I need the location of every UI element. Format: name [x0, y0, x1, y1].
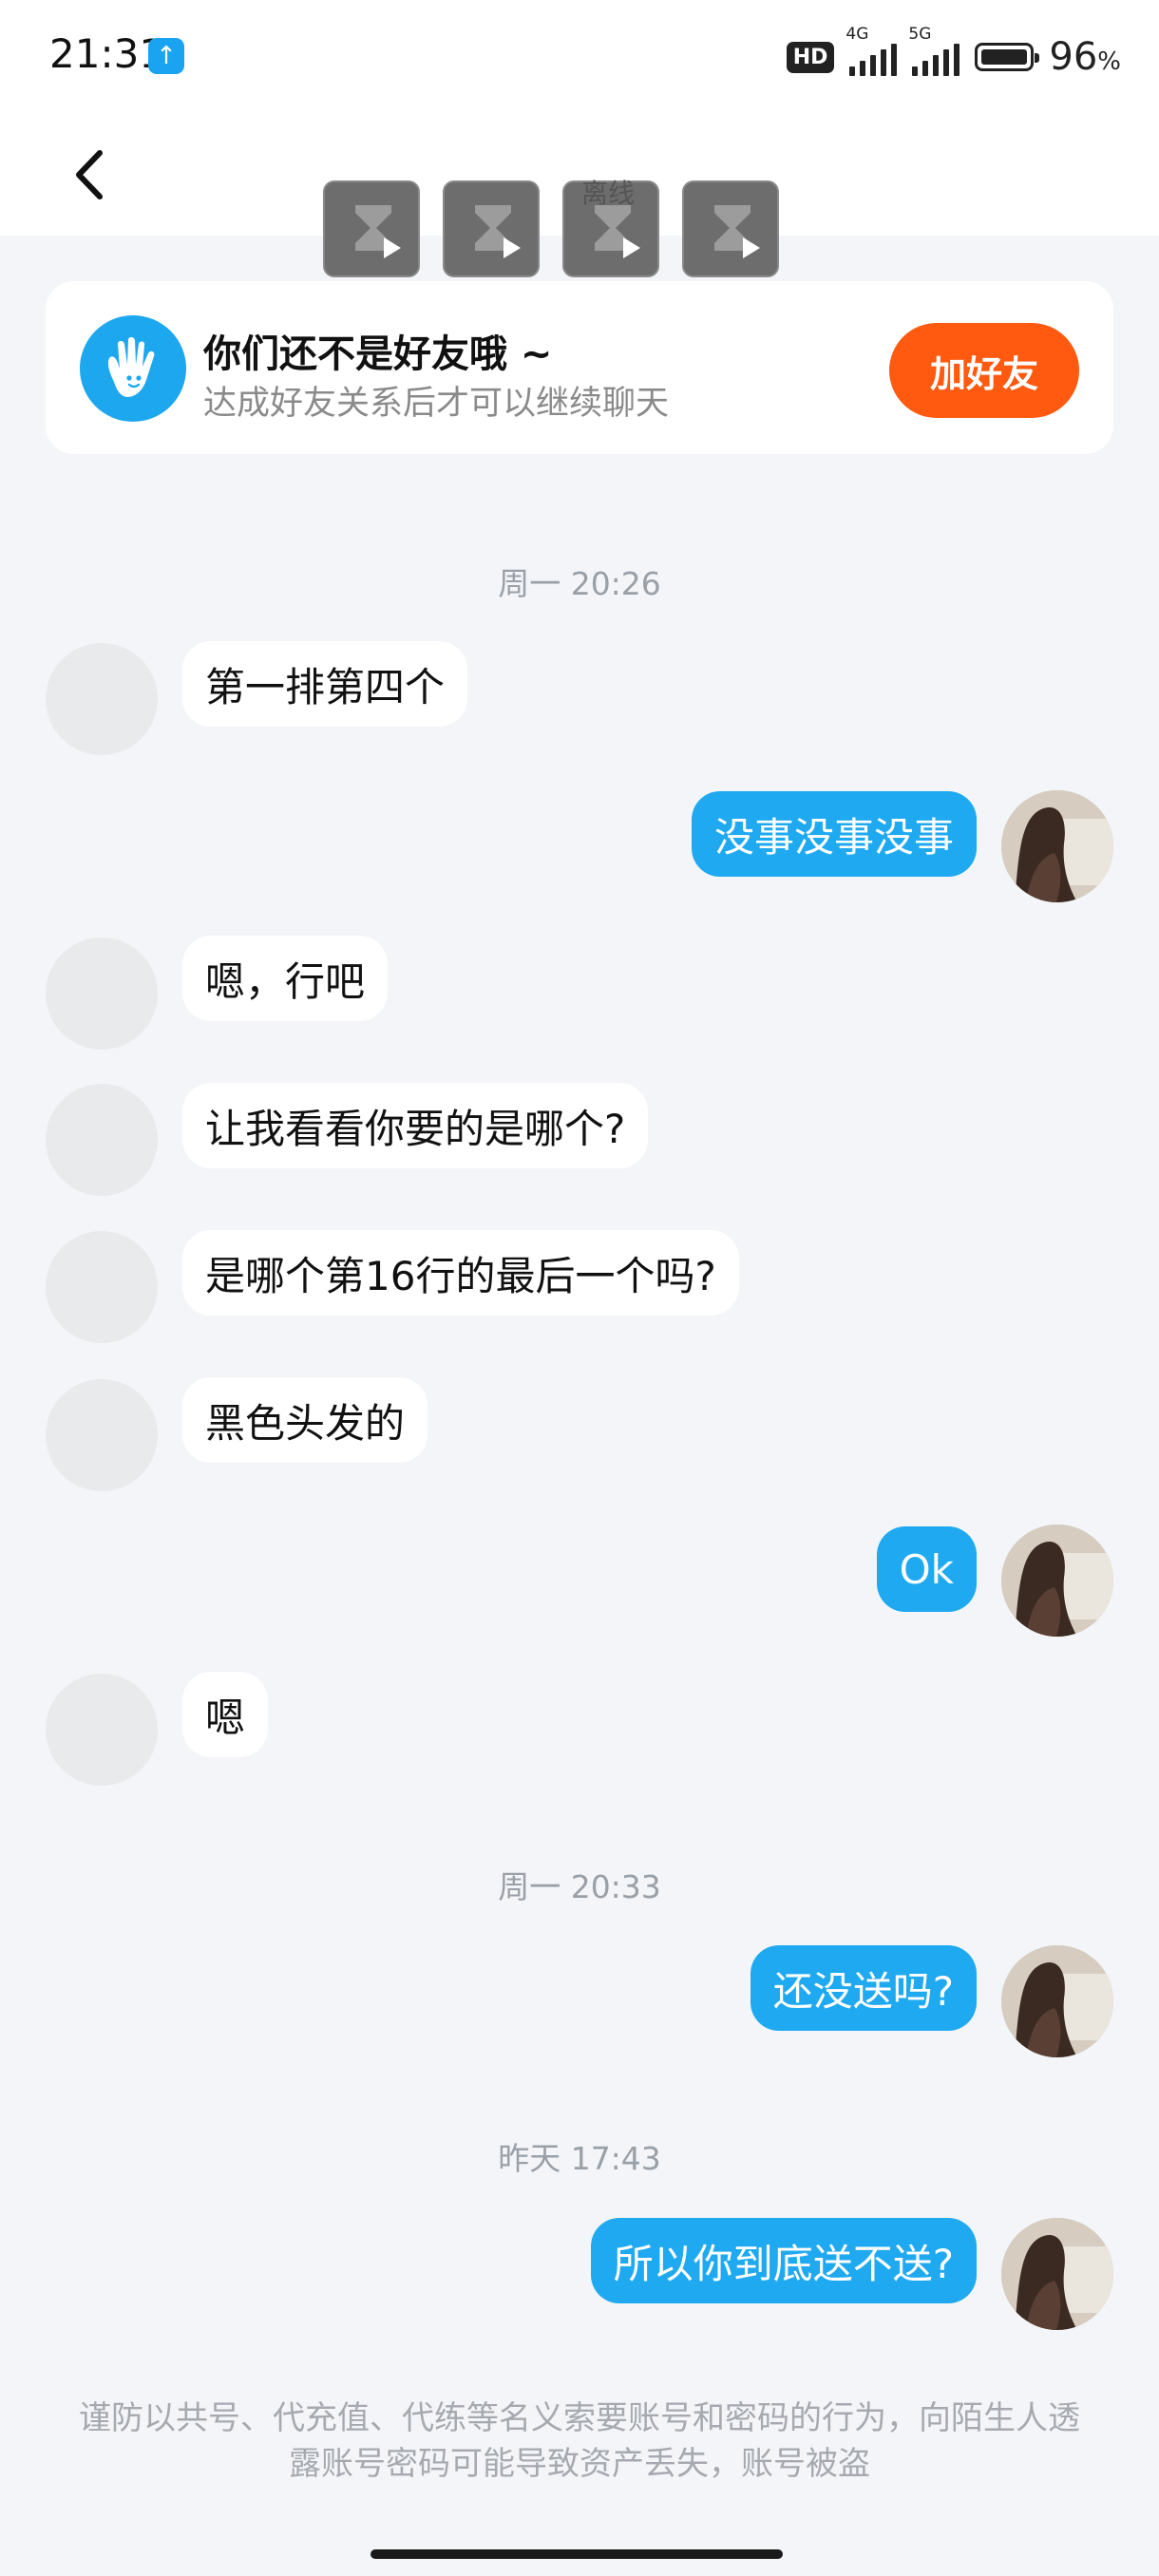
contact-avatar[interactable]: [46, 1379, 158, 1491]
battery-percent: 96%: [1049, 35, 1121, 79]
outgoing-message[interactable]: 所以你到底送不送?: [590, 2218, 977, 2303]
incoming-message[interactable]: 让我看看你要的是哪个?: [182, 1083, 649, 1168]
video-thumbnail[interactable]: [443, 180, 540, 277]
signal-icon-5g: 5G: [908, 25, 960, 76]
outgoing-message[interactable]: 还没送吗?: [750, 1945, 977, 2031]
status-bar: 21:31 ↑ HD 4G 5G 96%: [0, 0, 1159, 114]
contact-avatar[interactable]: [46, 1674, 158, 1786]
add-friend-button[interactable]: 加好友: [889, 323, 1079, 418]
notice-title: 你们还不是好友哦 ~: [203, 332, 553, 376]
message-timestamp: 昨天 17:43: [498, 2140, 661, 2177]
back-button[interactable]: [57, 137, 124, 213]
battery-icon: [975, 43, 1040, 71]
message-timestamp: 周一 20:33: [498, 1868, 661, 1905]
video-thumbnail[interactable]: [323, 180, 420, 277]
contact-avatar[interactable]: [46, 643, 158, 755]
media-thumbnails: [323, 180, 779, 277]
contact-avatar[interactable]: [46, 1231, 158, 1343]
not-friends-notice: 你们还不是好友哦 ~ 达成好友关系后才可以继续聊天 加好友: [46, 281, 1113, 454]
security-warning: 谨防以共号、代充值、代练等名义索要账号和密码的行为，向陌生人透露账号密码可能导致…: [79, 2399, 1080, 2483]
user-avatar[interactable]: [1001, 1525, 1113, 1637]
play-icon: [384, 237, 401, 258]
notice-subtitle: 达成好友关系后才可以继续聊天: [203, 385, 670, 423]
upload-arrow-icon: ↑: [148, 38, 184, 74]
play-icon: [743, 237, 760, 258]
wave-hand-icon: [80, 315, 186, 422]
play-icon: [504, 237, 521, 258]
message-timestamp: 周一 20:26: [498, 565, 661, 602]
incoming-message[interactable]: 嗯: [182, 1672, 269, 1757]
video-thumbnail[interactable]: [682, 180, 779, 277]
outgoing-message[interactable]: Ok: [876, 1526, 977, 1612]
status-time: 21:31: [49, 30, 165, 77]
incoming-message[interactable]: 是哪个第16行的最后一个吗?: [182, 1230, 739, 1316]
user-avatar[interactable]: [1001, 2218, 1113, 2330]
contact-avatar[interactable]: [46, 938, 158, 1050]
offline-label: 离线: [581, 178, 636, 209]
incoming-message[interactable]: 嗯，行吧: [182, 936, 389, 1021]
incoming-message[interactable]: 黑色头发的: [182, 1377, 428, 1463]
home-indicator[interactable]: [370, 2549, 783, 2559]
contact-avatar[interactable]: [46, 1084, 158, 1196]
chevron-left-icon: [76, 150, 103, 199]
signal-icon-4g: 4G: [846, 25, 898, 76]
user-avatar[interactable]: [1001, 1945, 1113, 2057]
status-indicators: HD 4G 5G 96%: [786, 25, 1121, 85]
incoming-message[interactable]: 第一排第四个: [182, 641, 468, 727]
play-icon: [623, 237, 640, 258]
outgoing-message[interactable]: 没事没事没事: [691, 791, 977, 877]
hd-badge: HD: [786, 41, 835, 73]
user-avatar[interactable]: [1001, 790, 1113, 902]
